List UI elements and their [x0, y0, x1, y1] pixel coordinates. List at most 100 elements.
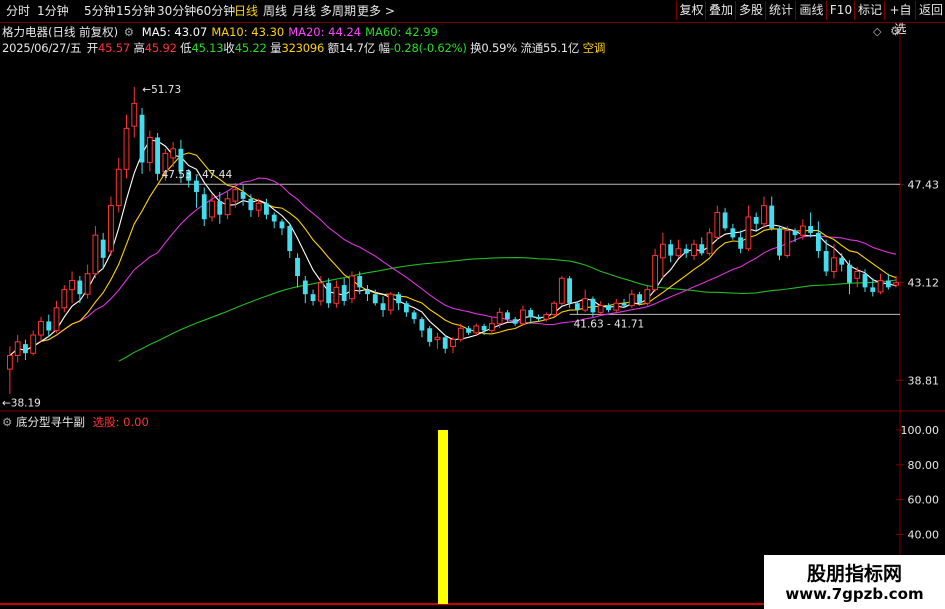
toolbar-button-3[interactable]: 统计	[765, 1, 796, 20]
tab-period-6[interactable]: 日线	[234, 2, 258, 20]
candle-body	[481, 325, 487, 331]
candle-body	[488, 323, 495, 332]
candle-body	[870, 287, 876, 292]
candle-body	[100, 239, 106, 258]
tab-period-2[interactable]: 5分钟	[84, 2, 116, 20]
toolbar-button-8[interactable]: 返回	[915, 1, 945, 20]
candle-body	[815, 232, 821, 252]
quote-line: 2025/06/27/五 开45.57 高45.92 低45.13收45.22 …	[2, 40, 605, 56]
kline-chart[interactable]: 47.43 43.12 38.81 100.00 80.00 60.00 40.00 ←51.…	[0, 0, 945, 609]
toolbar-button-0[interactable]: 复权	[676, 1, 706, 20]
candle-body	[372, 294, 378, 304]
tab-period-4[interactable]: 30分钟	[157, 2, 196, 20]
candle-body	[893, 282, 900, 286]
ma-legend-item-3: MA60: 42.99	[365, 25, 438, 39]
candle-body	[691, 243, 697, 257]
candle-body	[543, 314, 550, 320]
tab-period-9[interactable]: 多周期	[320, 2, 356, 20]
gear-icon[interactable]: ⚙	[2, 415, 12, 429]
toolbar-button-2[interactable]: 多股	[735, 1, 766, 20]
ma-legend-item-2: MA20: 44.24	[288, 25, 362, 39]
candle-body	[310, 294, 316, 301]
candle-body	[434, 336, 441, 341]
watermark-title: 股朋指标网	[806, 563, 902, 585]
candle-body	[668, 244, 674, 256]
annotation-high: ←51.73	[142, 84, 181, 96]
watermark-url: www.7gpzb.com	[785, 585, 924, 603]
toolbar-button-4[interactable]: 画线	[795, 1, 827, 20]
tab-period-3[interactable]: 15分钟	[116, 2, 155, 20]
settings-icon[interactable]: ⚙	[890, 24, 901, 38]
candle-body	[115, 168, 122, 207]
candle-body	[621, 303, 627, 306]
candle-body	[574, 303, 580, 311]
candle-body	[528, 310, 534, 317]
toolbar-button-7[interactable]: +自选	[884, 1, 916, 36]
turnover-value: 0.59%	[481, 41, 517, 55]
ma-legend-item-0: MA5: 43.07	[141, 25, 208, 39]
candle-body	[652, 255, 659, 291]
diamond-icon[interactable]: ◇	[873, 25, 881, 38]
candle-body	[224, 198, 231, 216]
candle-body	[61, 289, 68, 309]
candle-body	[628, 293, 635, 307]
candle-body	[23, 344, 28, 354]
candle-body	[411, 312, 417, 320]
float-label: 流通	[520, 41, 544, 55]
candle-body	[442, 337, 448, 349]
candle-body	[877, 280, 884, 293]
tab-period-7[interactable]: 周线	[263, 2, 287, 20]
high-label: 高	[133, 41, 145, 55]
tab-period-10[interactable]: 更多 >	[357, 2, 395, 20]
candle-body	[505, 312, 510, 320]
candle-body	[714, 211, 721, 238]
candle-body	[606, 305, 611, 311]
indicator-header: ⚙ 底分型寻牛副 选股: 0.00	[2, 414, 149, 430]
candle-body	[302, 280, 308, 295]
candle-body	[209, 200, 215, 218]
candle-body	[644, 289, 651, 304]
ma-legend: MA5: 43.07 MA10: 43.30 MA20: 44.24 MA60: 42…	[138, 25, 438, 39]
candle-body	[317, 282, 324, 302]
candle-body	[170, 148, 177, 159]
ma10-line	[9, 152, 897, 356]
toolbar-button-6[interactable]: 标记	[854, 1, 885, 20]
high-value: 45.92	[144, 41, 177, 55]
candle-body	[38, 320, 44, 336]
tab-period-8[interactable]: 月线	[292, 2, 316, 20]
candle-body	[699, 244, 705, 254]
candle-body	[295, 257, 300, 277]
toolbar-button-1[interactable]: 叠加	[705, 1, 736, 20]
gear-icon[interactable]: ⚙	[124, 25, 134, 39]
candle-body	[387, 293, 394, 311]
candle-body	[271, 214, 277, 222]
candle-body	[558, 277, 565, 304]
candle-body	[597, 305, 604, 313]
annotation-range-lower: 41.63 - 41.71	[574, 318, 645, 330]
candle-body	[777, 228, 782, 256]
candle-body	[14, 341, 21, 356]
candle-body	[745, 216, 752, 250]
candle-body	[30, 334, 37, 354]
tab-period-1[interactable]: 1分钟	[37, 2, 69, 20]
candle-body	[637, 294, 642, 304]
indicator-axis-label: 40.00	[908, 528, 940, 541]
candle-body	[77, 280, 83, 295]
candle-body	[341, 285, 347, 301]
sector-status[interactable]: 空调	[583, 41, 606, 55]
annotation-range-upper: 47.53 - 47.44	[162, 169, 233, 181]
tab-period-5[interactable]: 60分钟	[196, 2, 235, 20]
toolbar-button-5[interactable]: F10	[826, 1, 855, 20]
turnover-label: 换	[470, 41, 482, 55]
candle-body	[349, 275, 355, 300]
candle-body	[512, 319, 518, 324]
candle-body	[613, 302, 620, 311]
candle-body	[46, 321, 52, 331]
open-value: 45.57	[98, 41, 130, 55]
candle-body	[92, 234, 99, 275]
tab-period-0[interactable]: 分时	[6, 2, 30, 20]
candle-body	[831, 257, 837, 272]
indicator-name[interactable]: 底分型寻牛副	[16, 415, 85, 429]
candle-body	[730, 228, 736, 238]
candle-body	[450, 339, 456, 347]
